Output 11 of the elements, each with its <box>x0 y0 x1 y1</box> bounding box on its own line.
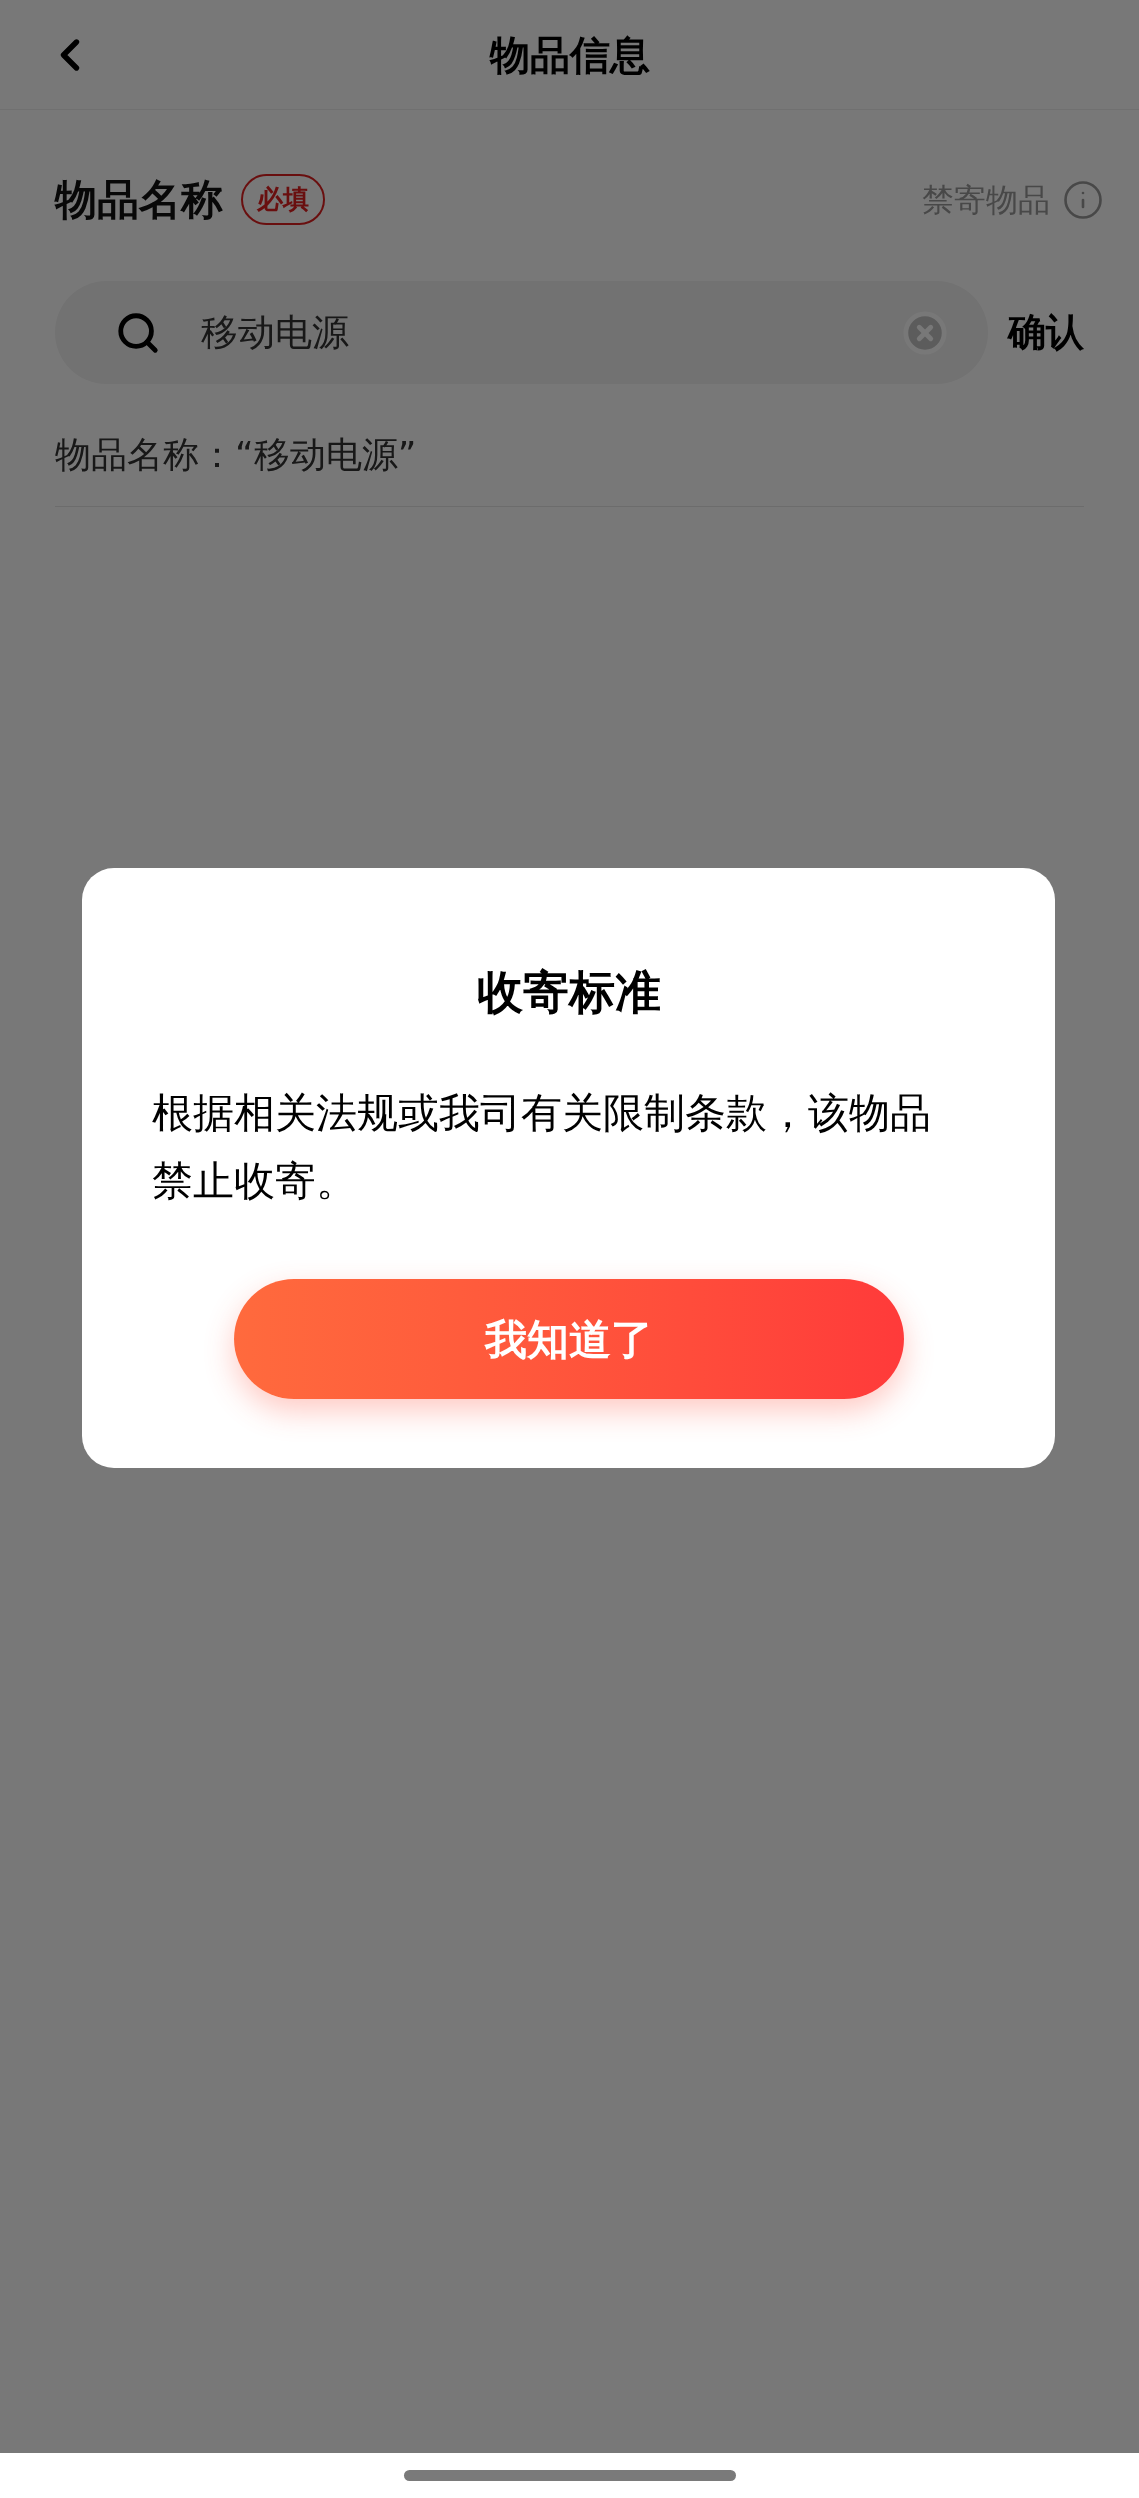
acknowledge-button[interactable]: 我知道了 <box>233 1279 904 1399</box>
search-text: 移动电源 <box>201 309 350 356</box>
page-title: 物品信息 <box>489 30 650 80</box>
search-field[interactable]: 移动电源 <box>55 281 988 384</box>
required-badge: 必填 <box>241 174 325 225</box>
dialog-message: 根据相关法规或我司有关限制条款，该物品禁止收寄。 <box>151 1088 932 1207</box>
dialog-title: 收寄标准 <box>476 964 661 1021</box>
info-icon <box>1062 178 1104 221</box>
confirm-button[interactable]: 确认 <box>1008 304 1084 361</box>
suggestion-item[interactable]: 物品名称：“移动电源” <box>55 434 417 475</box>
field-label: 物品名称 <box>55 174 223 226</box>
